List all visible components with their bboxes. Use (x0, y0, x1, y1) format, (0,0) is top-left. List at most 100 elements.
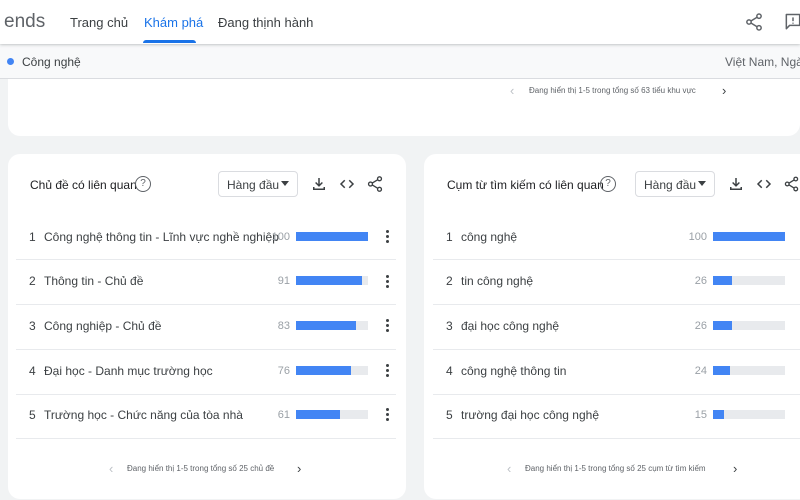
topic-chip[interactable]: Công nghệ (22, 55, 81, 69)
tab-explore[interactable]: Khám phá (144, 15, 203, 30)
more-vert-icon[interactable] (384, 408, 392, 422)
share-icon[interactable] (744, 12, 764, 32)
row-divider (433, 304, 800, 305)
row-rank: 5 (446, 408, 453, 422)
row-rank: 2 (446, 274, 453, 288)
embed-icon[interactable] (755, 175, 773, 193)
top-app-bar: ends Trang chủ Khám phá Đang thịnh hành (0, 0, 800, 44)
row-divider (16, 394, 396, 395)
value-bar (713, 232, 785, 241)
row-label[interactable]: Trường học - Chức năng của tòa nhà (44, 408, 243, 422)
related-topics-dropdown[interactable]: Hàng đầu (218, 171, 298, 197)
queries-next-icon[interactable]: › (733, 462, 737, 475)
row-value: 83 (277, 320, 290, 332)
row-value: 26 (694, 320, 707, 332)
row-value: 91 (277, 275, 290, 287)
row-label[interactable]: tin công nghệ (461, 274, 533, 288)
row-label[interactable]: Công nghiệp - Chủ đề (44, 319, 161, 333)
subregion-pager-text: Đang hiển thị 1-5 trong tổng số 63 tiểu … (529, 86, 696, 95)
row-divider (16, 438, 396, 439)
subregion-prev-icon[interactable]: ‹ (510, 84, 514, 97)
embed-icon[interactable] (338, 175, 356, 193)
row-value: 24 (694, 365, 707, 377)
row-divider (433, 259, 800, 260)
value-bar (713, 366, 785, 375)
row-value: 15 (694, 409, 707, 421)
row-label[interactable]: Đại học - Danh mục trường học (44, 364, 213, 378)
row-divider (433, 438, 800, 439)
value-bar (713, 410, 785, 419)
value-bar (296, 232, 368, 241)
row-rank: 1 (29, 230, 36, 244)
value-bar (296, 321, 368, 330)
row-value: 76 (277, 365, 290, 377)
row-value: 100 (271, 231, 290, 243)
filter-bar: Công nghệ Việt Nam, Ngày (0, 45, 800, 79)
row-label[interactable]: Công nghệ thông tin - Lĩnh vực nghề nghi… (44, 230, 279, 244)
value-bar (713, 321, 785, 330)
dropdown-label: Hàng đầu (644, 178, 697, 192)
related-queries-title: Cụm từ tìm kiếm có liên quan (447, 178, 604, 192)
download-icon[interactable] (727, 175, 745, 193)
row-rank: 1 (446, 230, 453, 244)
active-tab-indicator (143, 40, 196, 43)
value-bar-fill (296, 276, 362, 285)
row-divider (433, 394, 800, 395)
queries-pager-text: Đang hiển thị 1-5 trong tổng số 25 cụm t… (525, 464, 706, 473)
topic-color-dot (7, 58, 14, 65)
subregion-next-icon[interactable]: › (722, 84, 726, 97)
value-bar-fill (713, 410, 724, 419)
row-divider (16, 259, 396, 260)
topics-pager-text: Đang hiển thị 1-5 trong tổng số 25 chủ đ… (127, 464, 275, 473)
row-value: 61 (277, 409, 290, 421)
download-icon[interactable] (310, 175, 328, 193)
more-vert-icon[interactable] (384, 230, 392, 244)
row-label[interactable]: trường đại học công nghệ (461, 408, 599, 422)
related-topics-title: Chủ đề có liên quan (30, 178, 137, 192)
brand-logo[interactable]: ends (4, 11, 45, 33)
row-label[interactable]: đại học công nghệ (461, 319, 559, 333)
share-icon[interactable] (783, 175, 800, 193)
row-rank: 2 (29, 274, 36, 288)
help-icon[interactable]: ? (135, 176, 151, 192)
row-rank: 5 (29, 408, 36, 422)
value-bar-fill (713, 366, 731, 375)
value-bar-fill (296, 410, 340, 419)
value-bar-fill (296, 366, 351, 375)
row-label[interactable]: công nghệ (461, 230, 517, 244)
feedback-icon[interactable] (783, 12, 800, 32)
more-vert-icon[interactable] (384, 364, 392, 378)
value-bar-fill (296, 232, 368, 241)
row-rank: 3 (29, 319, 36, 333)
row-label[interactable]: công nghệ thông tin (461, 364, 566, 378)
row-divider (16, 349, 396, 350)
row-rank: 3 (446, 319, 453, 333)
value-bar-fill (296, 321, 356, 330)
row-divider (16, 304, 396, 305)
related-queries-dropdown[interactable]: Hàng đầu (635, 171, 715, 197)
row-rank: 4 (446, 364, 453, 378)
row-label[interactable]: Thông tin - Chủ đề (44, 274, 143, 288)
tab-trending[interactable]: Đang thịnh hành (218, 15, 313, 30)
value-bar (713, 276, 785, 285)
value-bar-fill (713, 321, 732, 330)
value-bar-fill (713, 276, 732, 285)
row-rank: 4 (29, 364, 36, 378)
location-filter[interactable]: Việt Nam, Ngày (725, 55, 800, 69)
topics-prev-icon[interactable]: ‹ (109, 462, 113, 475)
row-value: 100 (688, 231, 707, 243)
dropdown-label: Hàng đầu (227, 178, 280, 192)
row-value: 26 (694, 275, 707, 287)
queries-prev-icon[interactable]: ‹ (507, 462, 511, 475)
value-bar (296, 366, 368, 375)
value-bar-fill (713, 232, 785, 241)
value-bar (296, 276, 368, 285)
topics-next-icon[interactable]: › (297, 462, 301, 475)
tab-home[interactable]: Trang chủ (70, 15, 128, 30)
share-icon[interactable] (366, 175, 384, 193)
more-vert-icon[interactable] (384, 319, 392, 333)
row-divider (433, 349, 800, 350)
help-icon[interactable]: ? (600, 176, 616, 192)
dropdown-caret-icon (698, 181, 706, 186)
more-vert-icon[interactable] (384, 275, 392, 289)
